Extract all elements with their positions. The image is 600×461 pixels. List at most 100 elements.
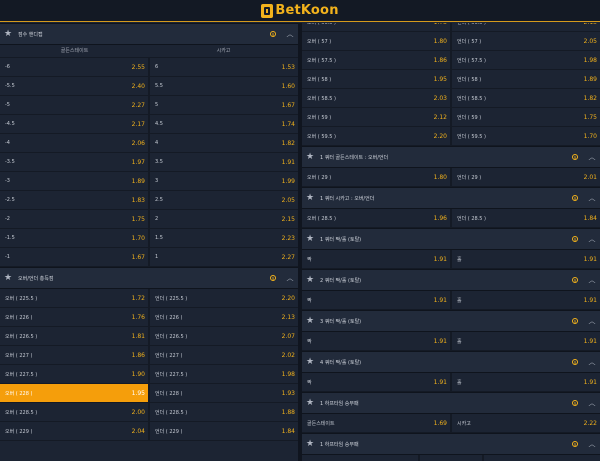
star-icon[interactable]: ★ <box>306 152 320 162</box>
star-icon[interactable]: ★ <box>306 398 320 408</box>
odds-button[interactable]: 2 2.15 <box>148 210 298 228</box>
info-icon[interactable]: $ <box>270 31 276 37</box>
odds-button[interactable]: -3 1.89 <box>0 172 148 190</box>
info-icon[interactable]: $ <box>572 277 578 283</box>
chevron-up-icon[interactable]: ︿ <box>588 398 596 408</box>
chevron-up-icon[interactable]: ︿ <box>286 29 294 39</box>
odds-button[interactable]: 언더 ( 225.5 ) 2.20 <box>148 289 298 307</box>
odds-button[interactable]: 오버 ( 57 ) 1.80 <box>302 32 450 50</box>
odds-button[interactable]: -1.5 1.70 <box>0 229 148 247</box>
odds-button[interactable]: 오버 ( 29 ) 1.80 <box>302 168 450 186</box>
odds-button[interactable]: 오버 ( 229 ) 2.04 <box>0 422 148 440</box>
odds-button[interactable]: 언더 ( 58 ) 1.89 <box>450 70 600 88</box>
star-icon[interactable]: ★ <box>4 29 18 39</box>
odds-button[interactable]: -3.5 1.97 <box>0 153 148 171</box>
odds-button[interactable]: 짝 1.91 <box>302 291 450 309</box>
odds-button[interactable]: 1.5 2.23 <box>148 229 298 247</box>
odds-button[interactable]: 시카고2.20 <box>482 455 600 461</box>
odds-button[interactable]: 오버 ( 59 ) 2.12 <box>302 108 450 126</box>
odds-button[interactable]: 오버 ( 226 ) 1.76 <box>0 308 148 326</box>
odds-button[interactable]: -4.5 2.17 <box>0 115 148 133</box>
odds-button[interactable]: 6 1.53 <box>148 58 298 76</box>
odds-button[interactable]: 언더 ( 57.5 ) 1.98 <box>450 51 600 69</box>
market-header[interactable]: ★ 1 하프타임 승무패 $ ︿ <box>302 433 600 455</box>
odds-button[interactable]: 홀 1.91 <box>450 291 600 309</box>
odds-button[interactable]: 오버 ( 227.5 ) 1.90 <box>0 365 148 383</box>
odds-button[interactable]: -6 2.55 <box>0 58 148 76</box>
market-header-overunder[interactable]: ★ 오버/언더 총득점 $ ︿ <box>0 267 298 289</box>
odds-button[interactable]: 짝 1.91 <box>302 250 450 268</box>
star-icon[interactable]: ★ <box>306 275 320 285</box>
chevron-up-icon[interactable]: ︿ <box>286 273 294 283</box>
odds-button[interactable]: X19.00 <box>418 455 482 461</box>
odds-button[interactable]: 언더 ( 59.5 ) 1.70 <box>450 127 600 145</box>
odds-button[interactable]: 언더 ( 58.5 ) 1.82 <box>450 89 600 107</box>
chevron-up-icon[interactable]: ︿ <box>588 357 596 367</box>
odds-button[interactable]: 홀 1.91 <box>450 250 600 268</box>
chevron-up-icon[interactable]: ︿ <box>588 234 596 244</box>
market-header-handicap[interactable]: ★ 점수 핸디캡 $ ︿ <box>0 23 298 45</box>
odds-button[interactable]: 오버 ( 58.5 ) 2.03 <box>302 89 450 107</box>
info-icon[interactable]: $ <box>270 275 276 281</box>
star-icon[interactable]: ★ <box>306 316 320 326</box>
odds-button[interactable]: 홀 1.91 <box>450 332 600 350</box>
odds-button[interactable]: 오버 ( 225.5 ) 1.72 <box>0 289 148 307</box>
odds-button[interactable]: 2.5 2.05 <box>148 191 298 209</box>
odds-button[interactable]: -4 2.06 <box>0 134 148 152</box>
info-icon[interactable]: $ <box>572 236 578 242</box>
market-header[interactable]: ★ 3 쿼터 짝/홀 (토탈) $ ︿ <box>302 310 600 332</box>
odds-button[interactable]: 4.5 1.74 <box>148 115 298 133</box>
odds-button[interactable]: 언더 ( 28.5 ) 1.84 <box>450 209 600 227</box>
odds-button[interactable]: -2.5 1.83 <box>0 191 148 209</box>
odds-button[interactable]: 오버 ( 28.5 ) 1.96 <box>302 209 450 227</box>
market-header[interactable]: ★ 1 하프타임 승무패 $ ︿ <box>302 392 600 414</box>
star-icon[interactable]: ★ <box>306 234 320 244</box>
info-icon[interactable]: $ <box>572 318 578 324</box>
info-icon[interactable]: $ <box>572 154 578 160</box>
odds-button[interactable]: -2 1.75 <box>0 210 148 228</box>
market-header[interactable]: ★ 1 쿼터 시카고 : 오버/언더 $ ︿ <box>302 187 600 209</box>
odds-button[interactable]: 언더 ( 29 ) 2.01 <box>450 168 600 186</box>
odds-button[interactable]: 오버 ( 58 ) 1.95 <box>302 70 450 88</box>
star-icon[interactable]: ★ <box>306 357 320 367</box>
star-icon[interactable]: ★ <box>4 273 18 283</box>
info-icon[interactable]: $ <box>572 359 578 365</box>
odds-button[interactable]: 4 1.82 <box>148 134 298 152</box>
market-header[interactable]: ★ 1 쿼터 짝/홀 (토탈) $ ︿ <box>302 228 600 250</box>
odds-button[interactable]: 골든스테이트 1.69 <box>302 414 450 432</box>
odds-button[interactable]: -5.5 2.40 <box>0 77 148 95</box>
odds-button[interactable]: 오버 ( 226.5 ) 1.81 <box>0 327 148 345</box>
odds-button[interactable]: 언더 ( 57 ) 2.05 <box>450 32 600 50</box>
odds-button[interactable]: 언더 ( 228.5 ) 1.88 <box>148 403 298 421</box>
brand-logo[interactable]: BetKoon <box>261 3 338 18</box>
star-icon[interactable]: ★ <box>306 193 320 203</box>
odds-button[interactable]: 오버 ( 56.5 ) 1.73 <box>302 23 450 31</box>
odds-button[interactable]: 언더 ( 227 ) 2.02 <box>148 346 298 364</box>
star-icon[interactable]: ★ <box>306 439 320 449</box>
odds-button[interactable]: 오버 ( 57.5 ) 1.86 <box>302 51 450 69</box>
chevron-up-icon[interactable]: ︿ <box>588 439 596 449</box>
market-header[interactable]: ★ 2 쿼터 짝/홀 (토탈) $ ︿ <box>302 269 600 291</box>
info-icon[interactable]: $ <box>572 441 578 447</box>
chevron-up-icon[interactable]: ︿ <box>588 275 596 285</box>
odds-button[interactable]: -1 1.67 <box>0 248 148 266</box>
odds-button[interactable]: 골든스테이트1.75 <box>302 455 418 461</box>
odds-button[interactable]: 짝 1.91 <box>302 373 450 391</box>
chevron-up-icon[interactable]: ︿ <box>588 193 596 203</box>
odds-button[interactable]: 언더 ( 226.5 ) 2.07 <box>148 327 298 345</box>
odds-button[interactable]: 오버 ( 59.5 ) 2.20 <box>302 127 450 145</box>
market-header[interactable]: ★ 1 쿼터 골든스테이트 : 오버/언더 $ ︿ <box>302 146 600 168</box>
odds-button[interactable]: 언더 ( 227.5 ) 1.98 <box>148 365 298 383</box>
odds-button[interactable]: 시카고 2.22 <box>450 414 600 432</box>
odds-button[interactable]: 오버 ( 228.5 ) 2.00 <box>0 403 148 421</box>
chevron-up-icon[interactable]: ︿ <box>588 316 596 326</box>
chevron-up-icon[interactable]: ︿ <box>588 152 596 162</box>
odds-button[interactable]: 언더 ( 228 ) 1.93 <box>148 384 298 402</box>
odds-button[interactable]: 홀 1.91 <box>450 373 600 391</box>
odds-button[interactable]: 1 2.27 <box>148 248 298 266</box>
odds-button[interactable]: 언더 ( 226 ) 2.13 <box>148 308 298 326</box>
odds-button[interactable]: 오버 ( 227 ) 1.86 <box>0 346 148 364</box>
odds-button[interactable]: 5 1.67 <box>148 96 298 114</box>
info-icon[interactable]: $ <box>572 195 578 201</box>
odds-button[interactable]: 짝 1.91 <box>302 332 450 350</box>
